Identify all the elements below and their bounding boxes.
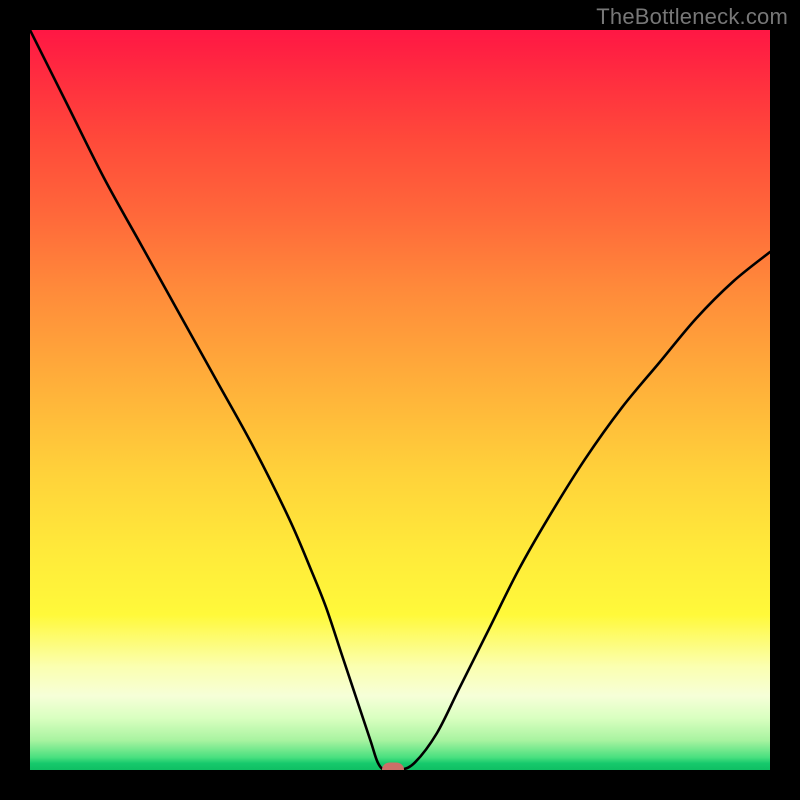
bottleneck-curve	[30, 30, 770, 770]
chart-frame: TheBottleneck.com	[0, 0, 800, 800]
watermark-text: TheBottleneck.com	[596, 4, 788, 30]
minimum-marker	[382, 763, 404, 771]
plot-area	[30, 30, 770, 770]
